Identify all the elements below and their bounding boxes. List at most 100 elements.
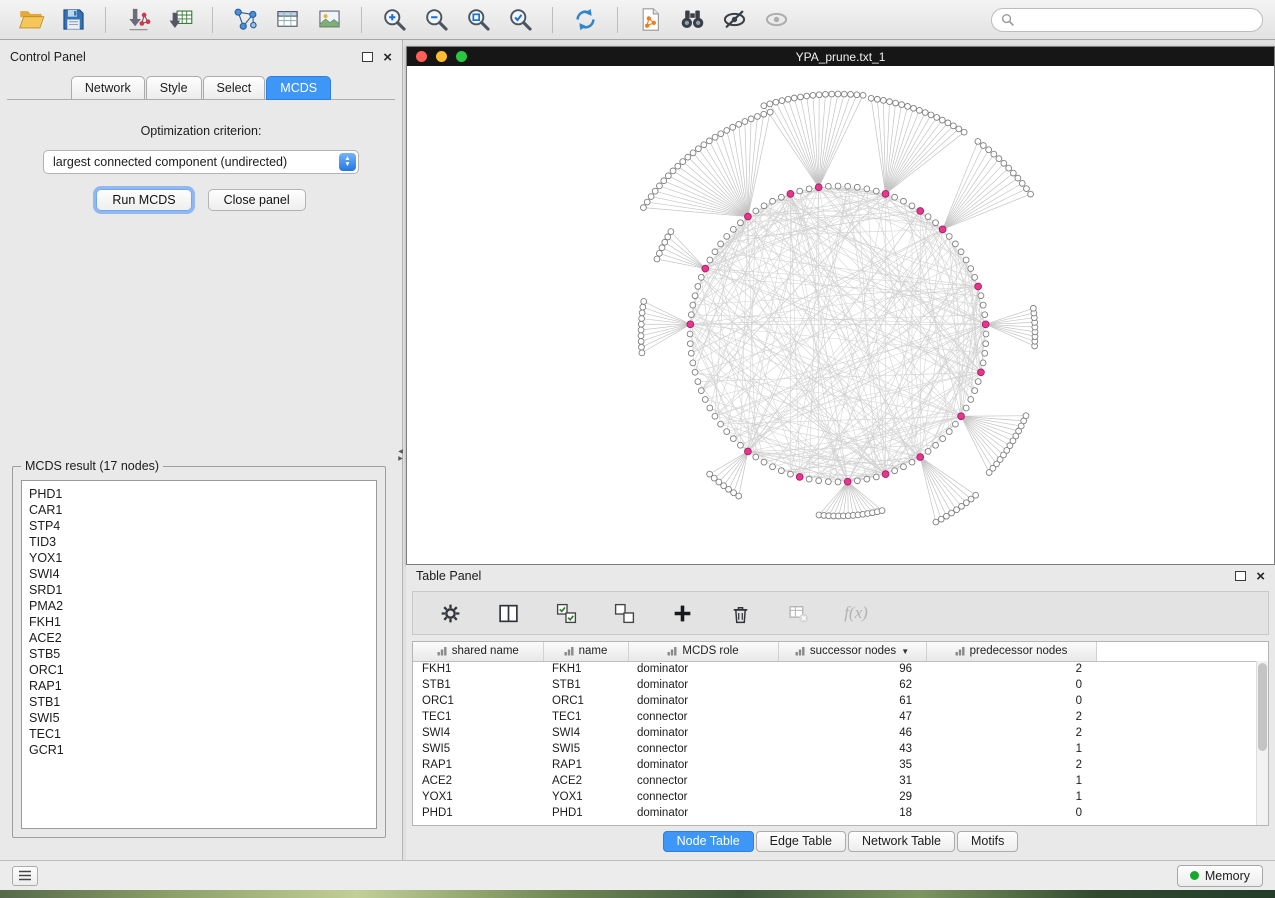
table-cell[interactable]: 1 [926, 789, 1096, 805]
tab-node-table[interactable]: Node Table [663, 831, 754, 852]
function-builder-button[interactable]: f(x) [837, 597, 875, 629]
table-cell[interactable]: PHD1 [413, 805, 543, 821]
mcds-result-item[interactable]: TID3 [29, 534, 369, 550]
table-row[interactable]: ACE2ACE2connector311 [413, 773, 1258, 789]
mcds-result-item[interactable]: TEC1 [29, 726, 369, 742]
table-cell[interactable]: RAP1 [413, 757, 543, 773]
mcds-result-item[interactable]: SWI4 [29, 566, 369, 582]
show-details-button[interactable] [757, 4, 795, 36]
column-header-name[interactable]: name [543, 642, 628, 661]
mcds-result-item[interactable]: SRD1 [29, 582, 369, 598]
tab-motifs[interactable]: Motifs [957, 831, 1018, 852]
column-header-predecessor-nodes[interactable]: predecessor nodes [926, 642, 1096, 661]
table-row[interactable]: ORC1ORC1dominator610 [413, 693, 1258, 709]
table-cell[interactable]: 35 [778, 757, 926, 773]
table-row[interactable]: RAP1RAP1dominator352 [413, 757, 1258, 773]
zoom-in-button[interactable] [375, 4, 413, 36]
show-columns-button[interactable] [489, 597, 527, 629]
tab-network-table[interactable]: Network Table [848, 831, 955, 852]
table-cell[interactable]: dominator [628, 805, 778, 821]
table-cell[interactable]: SWI4 [413, 725, 543, 741]
mcds-result-item[interactable]: PMA2 [29, 598, 369, 614]
table-cell[interactable]: 18 [778, 805, 926, 821]
mcds-result-item[interactable]: RAP1 [29, 678, 369, 694]
memory-button[interactable]: Memory [1177, 865, 1263, 887]
table-cell[interactable]: YOX1 [413, 789, 543, 805]
close-panel-icon[interactable]: × [383, 50, 392, 65]
mcds-result-item[interactable]: YOX1 [29, 550, 369, 566]
float-panel-icon[interactable] [1235, 571, 1246, 581]
panel-splitter-handle[interactable]: ◀▶ [396, 446, 405, 466]
network-canvas[interactable] [407, 66, 1274, 564]
table-cell[interactable]: PHD1 [543, 805, 628, 821]
table-cell[interactable]: SWI4 [543, 725, 628, 741]
float-panel-icon[interactable] [362, 52, 373, 62]
search-input[interactable] [1020, 13, 1253, 27]
search-box[interactable] [991, 8, 1263, 32]
column-header-mcds-role[interactable]: MCDS role [628, 642, 778, 661]
close-panel-button[interactable]: Close panel [208, 189, 306, 211]
table-cell[interactable]: ORC1 [543, 693, 628, 709]
table-cell[interactable]: 43 [778, 741, 926, 757]
run-mcds-button[interactable]: Run MCDS [96, 189, 191, 211]
table-row[interactable]: SWI4SWI4dominator462 [413, 725, 1258, 741]
table-cell[interactable]: 46 [778, 725, 926, 741]
table-cell[interactable]: 31 [778, 773, 926, 789]
table-cell[interactable]: 62 [778, 677, 926, 693]
table-cell[interactable]: ACE2 [413, 773, 543, 789]
table-cell[interactable]: 0 [926, 677, 1096, 693]
table-cell[interactable]: connector [628, 709, 778, 725]
table-cell[interactable]: TEC1 [543, 709, 628, 725]
tab-mcds[interactable]: MCDS [266, 76, 331, 100]
optimization-criterion-select[interactable]: largest connected component (undirected)… [43, 150, 359, 174]
table-scrollbar[interactable] [1256, 661, 1268, 825]
mcds-result-item[interactable]: STB1 [29, 694, 369, 710]
mcds-result-item[interactable]: PHD1 [29, 486, 369, 502]
table-row[interactable]: FKH1FKH1dominator962 [413, 661, 1258, 677]
table-cell[interactable]: dominator [628, 757, 778, 773]
mcds-result-list[interactable]: PHD1CAR1STP4TID3YOX1SWI4SRD1PMA2FKH1ACE2… [21, 480, 377, 829]
table-cell[interactable]: RAP1 [543, 757, 628, 773]
table-row[interactable]: YOX1YOX1connector291 [413, 789, 1258, 805]
table-row[interactable]: PHD1PHD1dominator180 [413, 805, 1258, 821]
close-panel-icon[interactable]: × [1256, 569, 1265, 584]
table-cell[interactable]: SWI5 [413, 741, 543, 757]
hide-details-button[interactable] [715, 4, 753, 36]
table-cell[interactable]: 61 [778, 693, 926, 709]
table-cell[interactable]: dominator [628, 725, 778, 741]
table-scrollbar-thumb[interactable] [1258, 663, 1267, 751]
table-cell[interactable]: 2 [926, 709, 1096, 725]
mcds-result-item[interactable]: STB5 [29, 646, 369, 662]
zoom-out-button[interactable] [417, 4, 455, 36]
new-network-button[interactable] [226, 4, 264, 36]
table-row[interactable]: STB1STB1dominator620 [413, 677, 1258, 693]
search-network-button[interactable] [673, 4, 711, 36]
export-image-button[interactable] [310, 4, 348, 36]
table-cell[interactable]: connector [628, 741, 778, 757]
delete-table-button[interactable] [779, 597, 817, 629]
table-cell[interactable]: 1 [926, 773, 1096, 789]
add-button[interactable] [663, 597, 701, 629]
column-header-shared-name[interactable]: shared name [413, 642, 543, 661]
mcds-result-item[interactable]: ORC1 [29, 662, 369, 678]
table-cell[interactable]: SWI5 [543, 741, 628, 757]
mcds-result-item[interactable]: GCR1 [29, 742, 369, 758]
open-file-button[interactable] [12, 4, 50, 36]
table-settings-button[interactable] [431, 597, 469, 629]
table-cell[interactable]: 47 [778, 709, 926, 725]
table-cell[interactable]: YOX1 [543, 789, 628, 805]
mcds-result-item[interactable]: FKH1 [29, 614, 369, 630]
table-cell[interactable]: FKH1 [413, 661, 543, 677]
table-cell[interactable]: connector [628, 789, 778, 805]
network-window-titlebar[interactable]: YPA_prune.txt_1 [407, 47, 1274, 66]
mcds-result-item[interactable]: STP4 [29, 518, 369, 534]
table-cell[interactable]: TEC1 [413, 709, 543, 725]
export-network-button[interactable] [631, 4, 669, 36]
delete-button[interactable] [721, 597, 759, 629]
import-table-button[interactable] [161, 4, 199, 36]
table-cell[interactable]: FKH1 [543, 661, 628, 677]
table-cell[interactable]: STB1 [543, 677, 628, 693]
table-cell[interactable]: 0 [926, 693, 1096, 709]
table-cell[interactable]: 2 [926, 725, 1096, 741]
select-all-columns-button[interactable] [547, 597, 585, 629]
